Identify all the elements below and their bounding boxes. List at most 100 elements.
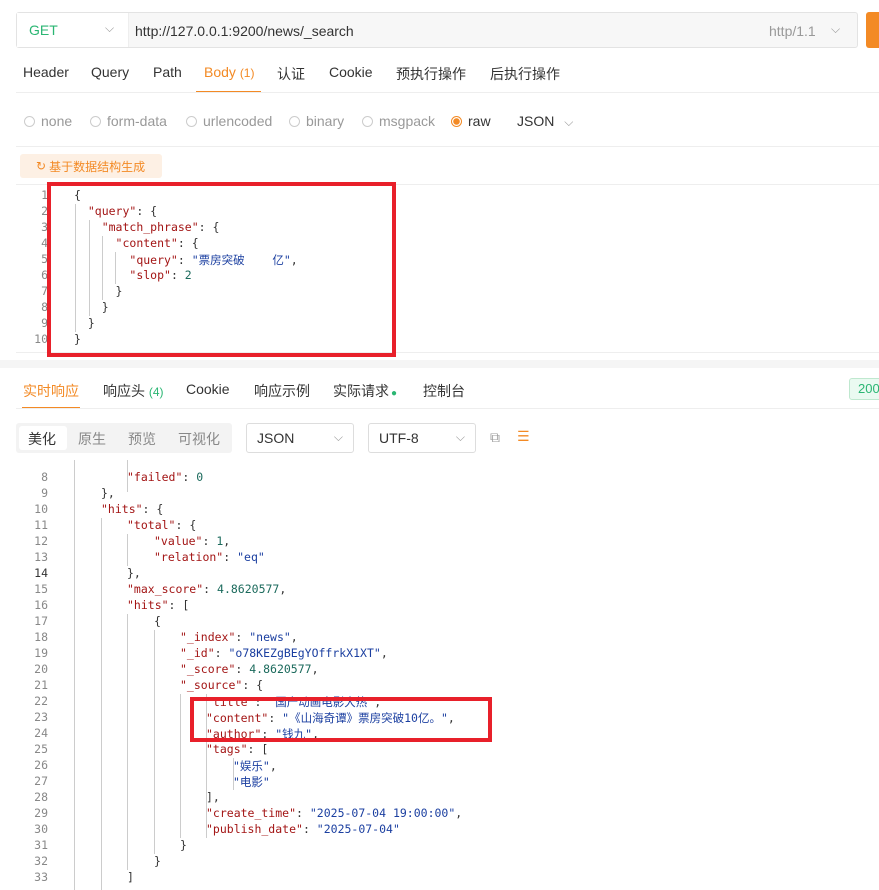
view-preview[interactable]: 预览 [128, 429, 156, 449]
line-number: 22 [34, 694, 48, 708]
send-button[interactable] [866, 12, 879, 48]
tab-post-script[interactable]: 后执行操作 [490, 64, 560, 84]
response-body-viewer[interactable]: 8 9 10 11 12 13 14 15 16 17 18 19 20 21 … [16, 460, 879, 890]
copy-icon[interactable]: ⧉ [490, 429, 500, 446]
indent-guide [74, 460, 75, 890]
tab-path[interactable]: Path [153, 64, 182, 80]
radio-none[interactable]: none [24, 113, 72, 129]
radio-none-label: none [41, 113, 73, 129]
radio-msgpack-label: msgpack [379, 113, 436, 129]
raw-format-select[interactable]: JSON ⌵ [517, 113, 573, 130]
format-icon[interactable]: ☰ [517, 428, 530, 445]
code-line: "娱乐", [233, 759, 277, 773]
line-number: 25 [34, 742, 48, 756]
tab-console[interactable]: 控制台 [423, 381, 465, 401]
tab-response-example[interactable]: 响应示例 [254, 381, 310, 401]
tab-body-label: Body [204, 64, 236, 80]
radio-checked-icon [451, 115, 462, 127]
view-visualize[interactable]: 可视化 [178, 429, 220, 449]
line-number: 26 [34, 758, 48, 772]
line-number: 30 [34, 822, 48, 836]
radio-circle-icon [186, 115, 197, 127]
code-line: "failed": 0 [127, 470, 204, 484]
line-number: 29 [34, 806, 48, 820]
chevron-down-icon: ⌵ [564, 115, 574, 129]
method-label: GET [29, 22, 58, 38]
line-number: 15 [34, 582, 48, 596]
chevron-down-icon: ⌵ [831, 22, 841, 36]
tab-actual-request-label: 实际请求 [333, 383, 389, 399]
line-number: 33 [34, 870, 48, 884]
code-line: "电影" [233, 775, 270, 789]
status-badge: 200 [849, 378, 879, 400]
code-line: { [154, 614, 161, 628]
line-number: 20 [34, 662, 48, 676]
code-line: "_index": "news", [180, 630, 298, 644]
tab-cookie[interactable]: Cookie [329, 64, 373, 80]
view-pretty[interactable]: 美化 [28, 429, 56, 449]
http-version-select[interactable]: http/1.1 [769, 23, 816, 39]
line-number: 1 [41, 188, 48, 202]
divider [16, 92, 879, 93]
tab-response-cookie[interactable]: Cookie [186, 381, 230, 397]
green-dot-icon: ● [391, 388, 398, 399]
line-number: 17 [34, 614, 48, 628]
line-number: 10 [34, 332, 48, 346]
radio-binary[interactable]: binary [289, 113, 344, 129]
radio-circle-icon [90, 115, 101, 127]
tab-realtime-response[interactable]: 实时响应 [23, 381, 79, 401]
indent-guide [180, 694, 181, 838]
line-number: 5 [41, 252, 48, 266]
indent-guide [154, 630, 155, 854]
indent-guide [127, 614, 128, 870]
code-line: ] [127, 870, 134, 884]
code-line: }, [127, 566, 141, 580]
line-number: 27 [34, 774, 48, 788]
method-select[interactable]: GET ⌵ [17, 13, 129, 47]
view-raw[interactable]: 原生 [78, 429, 106, 449]
section-separator [0, 360, 879, 368]
radio-raw[interactable]: raw [451, 113, 491, 129]
tab-response-headers[interactable]: 响应头 (4) [103, 381, 164, 401]
line-number: 6 [41, 268, 48, 282]
code-line: ], [206, 790, 220, 804]
generate-from-schema-button[interactable]: ↻ 基于数据结构生成 [20, 154, 162, 178]
code-line: "create_time": "2025-07-04 19:00:00", [206, 806, 463, 820]
radio-circle-icon [24, 115, 35, 127]
chevron-down-icon: ⌵ [455, 430, 465, 444]
indent-guide [101, 518, 102, 890]
raw-format-label: JSON [517, 113, 555, 129]
line-number: 2 [41, 204, 48, 218]
radio-msgpack[interactable]: msgpack [362, 113, 435, 129]
encoding-select[interactable]: UTF-8 ⌵ [368, 423, 476, 453]
line-number: 18 [34, 630, 48, 644]
code-line: } [180, 838, 187, 852]
line-number: 8 [41, 300, 48, 314]
line-number: 13 [34, 550, 48, 564]
line-number: 4 [41, 236, 48, 250]
divider [16, 146, 879, 147]
radio-raw-label: raw [468, 113, 491, 129]
radio-circle-icon [289, 115, 300, 127]
radio-urlencoded[interactable]: urlencoded [186, 113, 272, 129]
code-line: "hits": { [101, 502, 164, 516]
code-line: "_score": 4.8620577, [180, 662, 319, 676]
refresh-icon: ↻ [36, 159, 47, 173]
line-number: 9 [41, 316, 48, 330]
line-number: 32 [34, 854, 48, 868]
url-input[interactable]: http://127.0.0.1:9200/news/_search [135, 23, 354, 39]
tab-actual-request[interactable]: 实际请求 ● [333, 381, 397, 401]
tab-response-headers-count: (4) [148, 385, 164, 399]
response-format-select[interactable]: JSON ⌵ [246, 423, 354, 453]
radio-form-data[interactable]: form-data [90, 113, 167, 129]
tab-body[interactable]: Body (1) [204, 64, 254, 80]
line-number: 10 [34, 502, 48, 516]
line-number: 16 [34, 598, 48, 612]
tab-body-count: (1) [239, 66, 255, 80]
line-number: 14 [34, 566, 48, 580]
tab-pre-script[interactable]: 预执行操作 [396, 64, 466, 84]
tab-auth[interactable]: 认证 [277, 64, 305, 84]
tab-header[interactable]: Header [23, 64, 69, 80]
line-number: 3 [41, 220, 48, 234]
tab-query[interactable]: Query [91, 64, 129, 80]
